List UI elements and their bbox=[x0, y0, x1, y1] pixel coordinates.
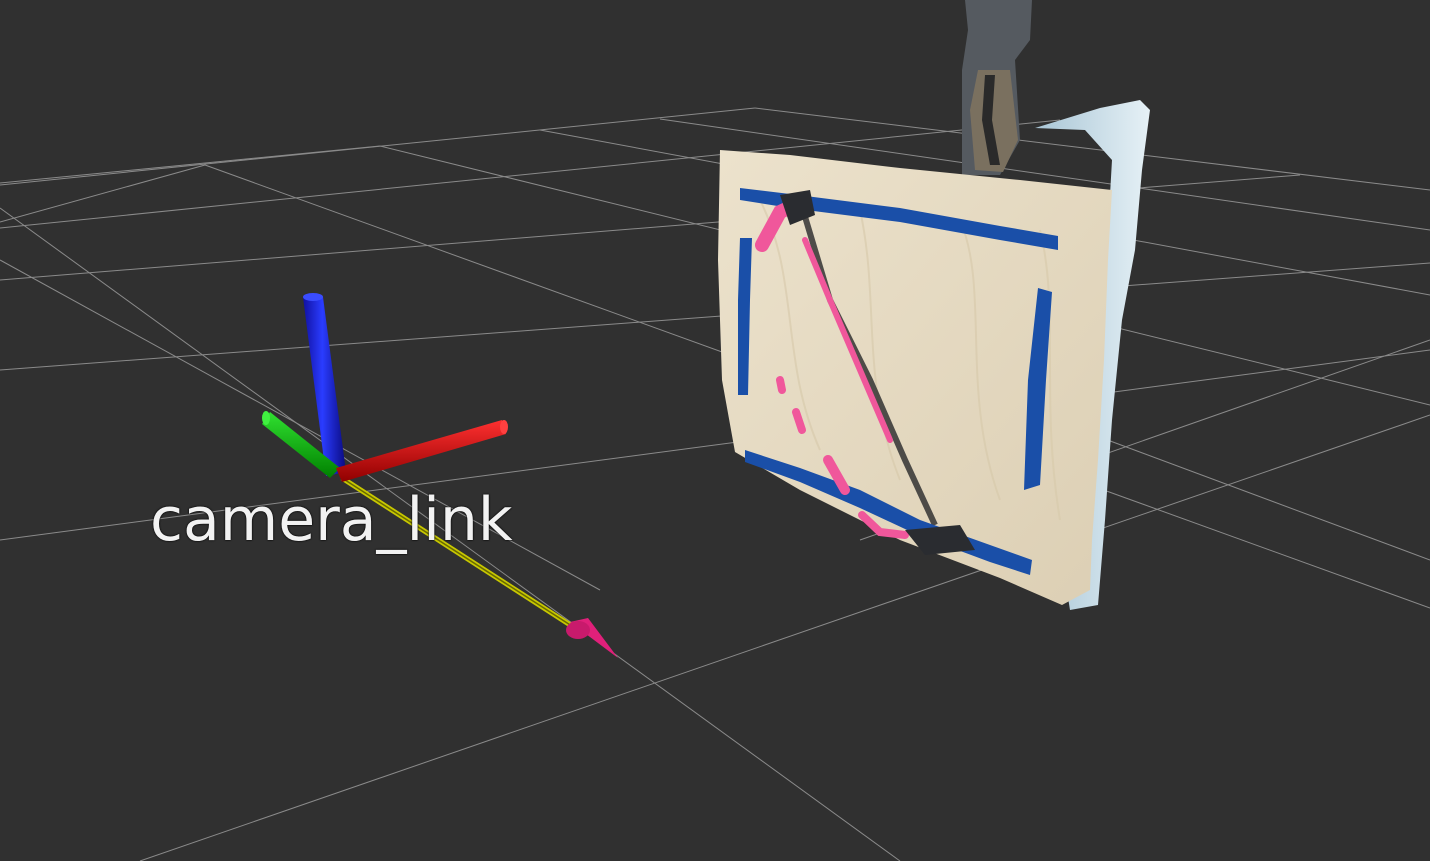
point-cloud-person bbox=[962, 0, 1032, 175]
x-axis bbox=[336, 420, 508, 482]
rviz-3d-viewport[interactable]: camera_link bbox=[0, 0, 1430, 861]
scene-canvas[interactable] bbox=[0, 0, 1430, 861]
frame-label-camera-link: camera_link bbox=[150, 485, 513, 555]
camera-link-axes[interactable] bbox=[262, 293, 508, 482]
